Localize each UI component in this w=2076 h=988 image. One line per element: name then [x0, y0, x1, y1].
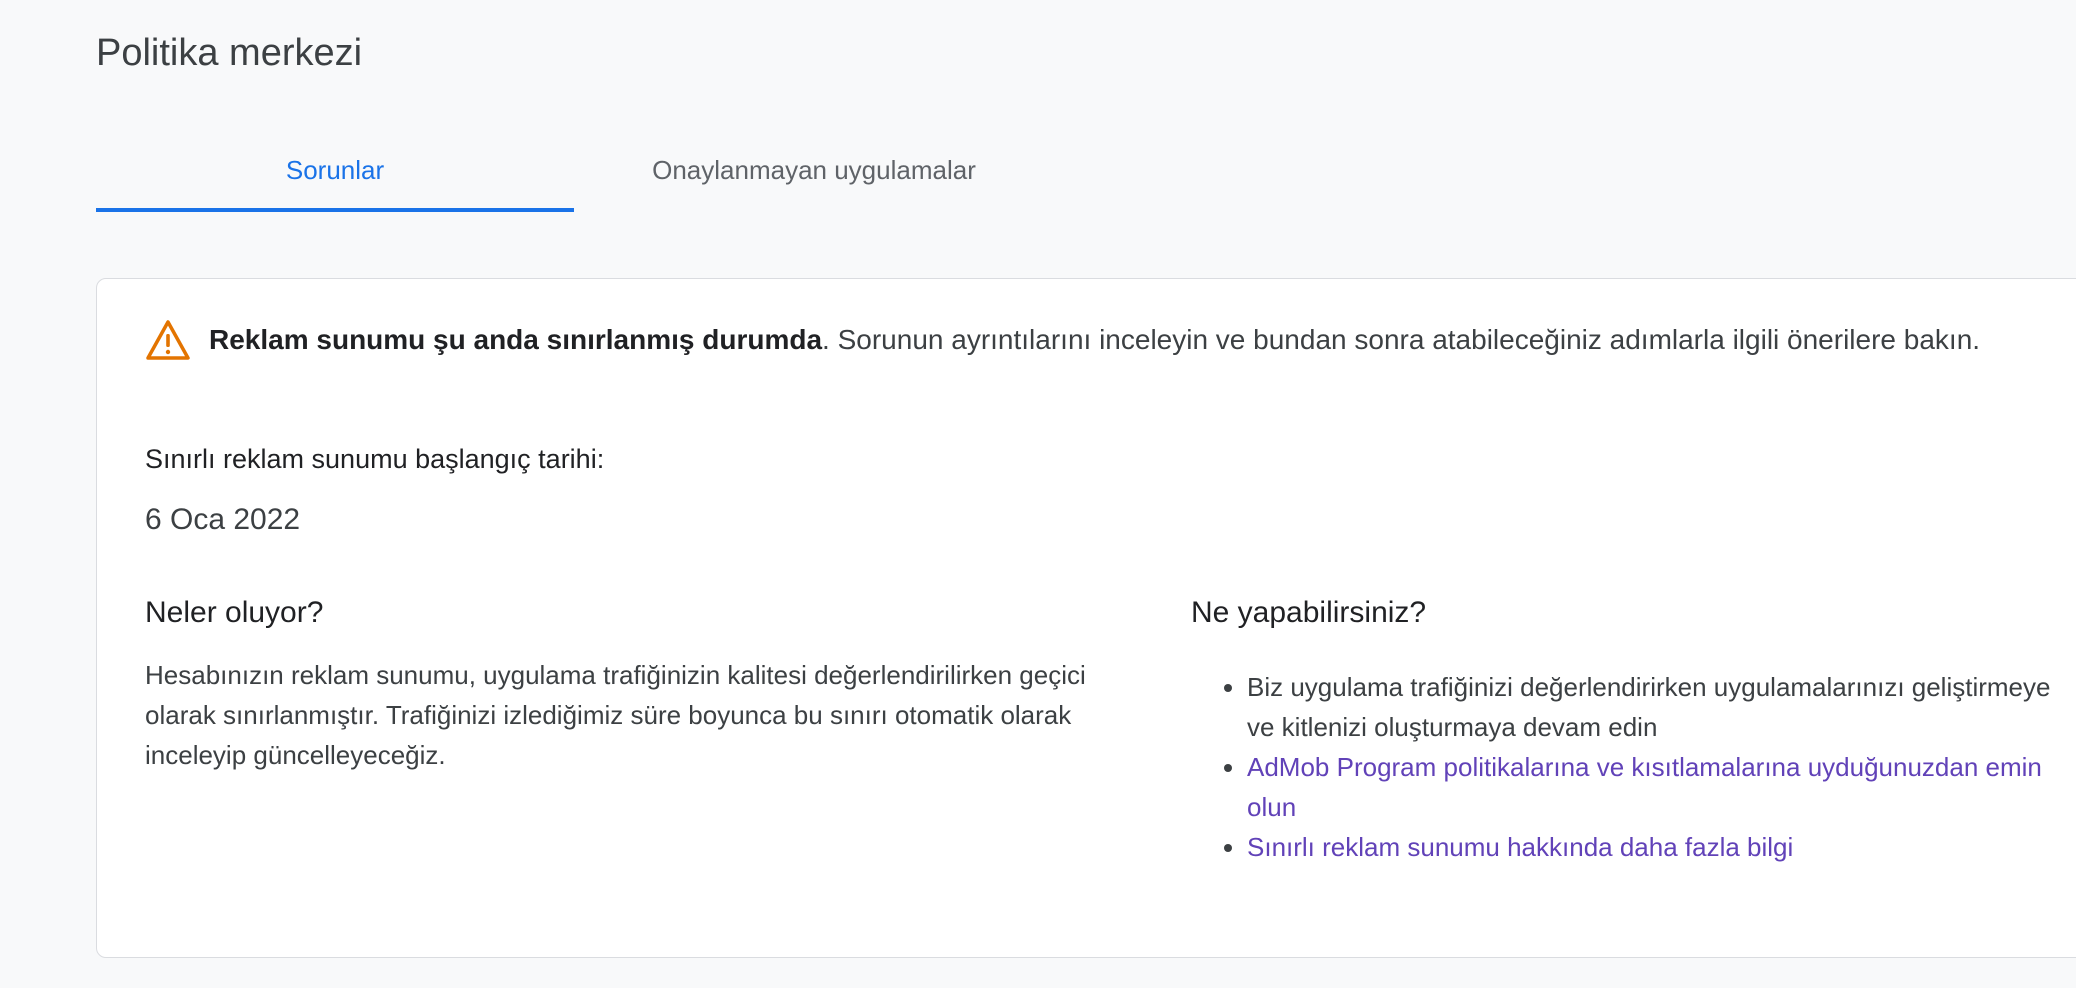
- list-item: Sınırlı reklam sunumu hakkında daha fazl…: [1247, 827, 2071, 867]
- ad-serving-alert: Reklam sunumu şu anda sınırlanmış durumd…: [145, 319, 1980, 361]
- limited-ad-serving-learn-more-link[interactable]: Sınırlı reklam sunumu hakkında daha fazl…: [1247, 832, 1793, 862]
- whats-happening-text: Hesabınızın reklam sunumu, uygulama traf…: [145, 660, 1086, 770]
- tab-bar: Sorunlar Onaylanmayan uygulamalar: [96, 130, 1054, 214]
- limited-start-label: Sınırlı reklam sunumu başlangıç tarihi:: [145, 444, 605, 474]
- what-you-can-do-heading: Ne yapabilirsiniz?: [1191, 596, 1427, 629]
- keep-developing-text: Biz uygulama trafiğinizi değerlendirirke…: [1247, 672, 2051, 742]
- page-title: Politika merkezi: [96, 32, 363, 74]
- whats-happening-heading: Neler oluyor?: [145, 596, 324, 629]
- limited-start-date: 6 Oca 2022: [145, 503, 301, 536]
- tab-unapproved-apps[interactable]: Onaylanmayan uygulamalar: [574, 130, 1054, 210]
- what-you-can-do-list: Biz uygulama trafiğinizi değerlendirirke…: [1191, 667, 2071, 867]
- warning-icon: [146, 320, 190, 360]
- admob-policies-link[interactable]: AdMob Program politikalarına ve kısıtlam…: [1247, 752, 2042, 822]
- list-item: AdMob Program politikalarına ve kısıtlam…: [1247, 747, 2071, 827]
- issue-card: Reklam sunumu şu anda sınırlanmış durumd…: [96, 278, 2076, 958]
- alert-title: Reklam sunumu şu anda sınırlanmış durumd…: [209, 324, 823, 355]
- list-item: Biz uygulama trafiğinizi değerlendirirke…: [1247, 667, 2071, 747]
- alert-description: . Sorunun ayrıntılarını inceleyin ve bun…: [822, 324, 1981, 355]
- tab-issues[interactable]: Sorunlar: [96, 130, 574, 212]
